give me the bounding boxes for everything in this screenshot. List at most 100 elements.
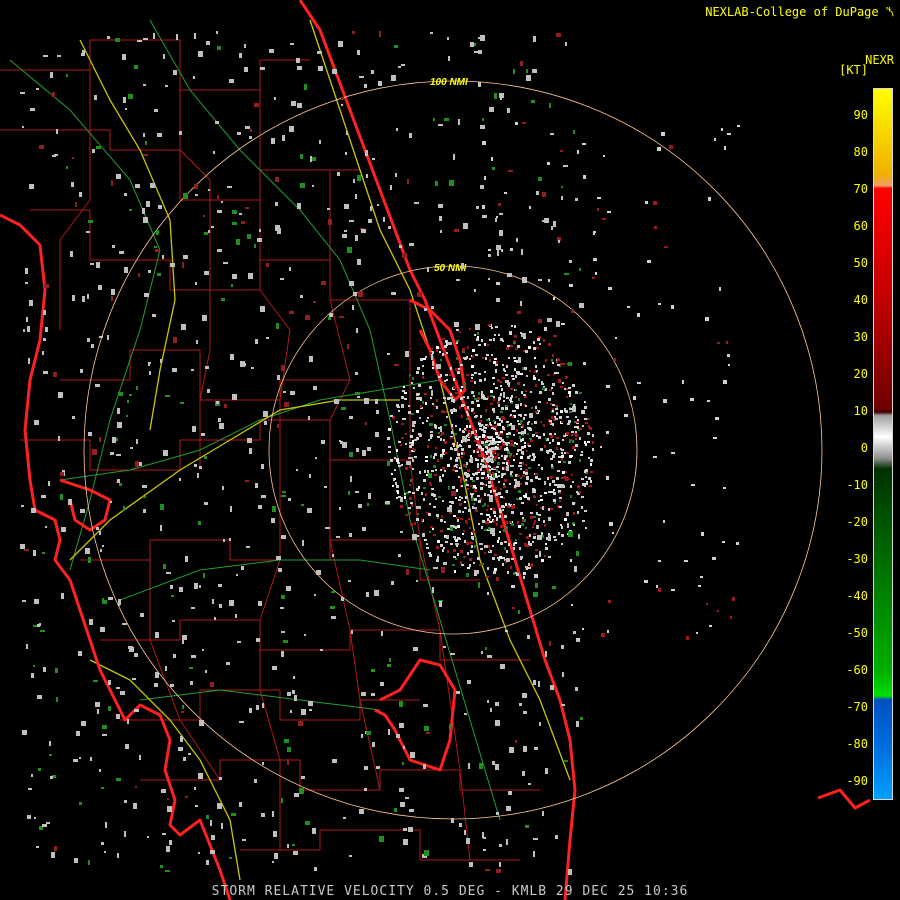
echo-pixel bbox=[472, 349, 475, 352]
echo-pixel bbox=[387, 353, 390, 355]
echo-pixel bbox=[486, 446, 488, 449]
echo-pixel bbox=[58, 392, 63, 398]
echo-pixel bbox=[575, 198, 578, 201]
scale-tick-label: 70 bbox=[853, 182, 868, 196]
echo-pixel bbox=[515, 404, 517, 407]
echo-pixel bbox=[412, 534, 417, 540]
echo-pixel bbox=[397, 462, 400, 464]
echo-pixel bbox=[542, 506, 544, 510]
echo-pixel bbox=[396, 449, 398, 452]
echo-pixel bbox=[406, 461, 411, 465]
echo-pixel bbox=[412, 492, 415, 494]
echo-pixel bbox=[556, 33, 561, 37]
echo-pixel bbox=[460, 467, 462, 469]
echo-pixel bbox=[124, 800, 127, 803]
echo-pixel bbox=[305, 821, 310, 825]
echo-pixel bbox=[508, 442, 510, 444]
echo-pixel bbox=[540, 499, 543, 501]
echo-pixel bbox=[493, 467, 496, 469]
echo-pixel bbox=[512, 607, 515, 609]
echo-pixel bbox=[450, 457, 452, 460]
scale-tick-label: -70 bbox=[846, 700, 868, 714]
echo-pixel bbox=[470, 542, 473, 544]
echo-pixel bbox=[501, 420, 503, 423]
echo-pixel bbox=[30, 108, 35, 111]
echo-pixel bbox=[468, 518, 471, 520]
echo-pixel bbox=[577, 419, 579, 421]
echo-pixel bbox=[364, 398, 369, 404]
echo-pixel bbox=[390, 459, 393, 462]
echo-pixel bbox=[498, 471, 500, 473]
echo-pixel bbox=[575, 444, 578, 447]
echo-pixel bbox=[460, 480, 462, 483]
echo-pixel bbox=[25, 268, 28, 274]
echo-pixel bbox=[357, 50, 360, 55]
echo-pixel bbox=[165, 395, 170, 397]
echo-pixel bbox=[455, 470, 458, 472]
echo-pixel bbox=[507, 424, 509, 427]
echo-pixel bbox=[523, 384, 525, 386]
echo-pixel bbox=[525, 472, 528, 475]
echo-pixel bbox=[199, 720, 204, 726]
echo-pixel bbox=[153, 33, 155, 39]
echo-pixel bbox=[110, 501, 112, 503]
echo-pixel bbox=[540, 495, 542, 497]
echo-pixel bbox=[124, 267, 128, 273]
radar-map: 100 NMI 50 NMI bbox=[0, 0, 900, 900]
echo-pixel bbox=[480, 125, 485, 129]
echo-pixel bbox=[456, 545, 458, 547]
echo-pixel bbox=[408, 491, 411, 493]
echo-pixel bbox=[229, 600, 234, 606]
echo-pixel bbox=[205, 670, 207, 673]
product-label: NEXR bbox=[865, 53, 894, 67]
echo-pixel bbox=[276, 323, 279, 329]
echo-pixel bbox=[701, 532, 704, 536]
echo-pixel bbox=[421, 492, 423, 495]
echo-pixel bbox=[108, 680, 111, 685]
echo-pixel bbox=[437, 459, 439, 462]
echo-pixel bbox=[161, 789, 166, 793]
echo-pixel bbox=[653, 201, 657, 205]
scale-tick-label: -90 bbox=[846, 774, 868, 788]
echo-pixel bbox=[364, 84, 367, 88]
echo-pixel bbox=[495, 364, 498, 366]
echo-pixel bbox=[511, 558, 514, 560]
echo-pixel bbox=[229, 857, 232, 859]
echo-pixel bbox=[511, 523, 514, 526]
echo-pixel bbox=[31, 673, 34, 678]
echo-pixel bbox=[490, 528, 495, 534]
echo-pixel bbox=[615, 337, 617, 339]
echo-pixel bbox=[332, 759, 337, 763]
echo-pixel bbox=[375, 432, 379, 437]
echo-pixel bbox=[498, 334, 500, 336]
echo-pixel bbox=[579, 437, 581, 440]
echo-pixel bbox=[155, 249, 160, 252]
echo-pixel bbox=[478, 523, 480, 525]
echo-pixel bbox=[490, 403, 493, 405]
echo-pixel bbox=[456, 489, 458, 492]
echo-pixel bbox=[577, 511, 579, 514]
echo-pixel bbox=[548, 533, 550, 535]
echo-pixel bbox=[449, 724, 451, 729]
echo-pixel bbox=[493, 571, 496, 574]
echo-pixel bbox=[535, 473, 538, 475]
echo-pixel bbox=[496, 298, 500, 302]
echo-pixel bbox=[509, 453, 512, 456]
echo-pixel bbox=[561, 323, 565, 325]
echo-pixel bbox=[405, 443, 407, 445]
echo-pixel bbox=[422, 422, 424, 424]
echo-pixel bbox=[441, 567, 445, 573]
echo-pixel bbox=[317, 51, 322, 54]
echo-pixel bbox=[522, 517, 524, 519]
echo-pixel bbox=[283, 640, 288, 643]
echo-pixel bbox=[472, 497, 474, 499]
echo-pixel bbox=[476, 444, 478, 446]
echo-pixel bbox=[166, 846, 170, 852]
echo-pixel bbox=[502, 364, 504, 366]
echo-pixel bbox=[517, 371, 520, 375]
echo-pixel bbox=[409, 442, 412, 444]
echo-pixel bbox=[36, 846, 39, 848]
echo-pixel bbox=[410, 479, 412, 482]
echo-pixel bbox=[240, 361, 245, 367]
echo-pixel bbox=[478, 500, 481, 503]
